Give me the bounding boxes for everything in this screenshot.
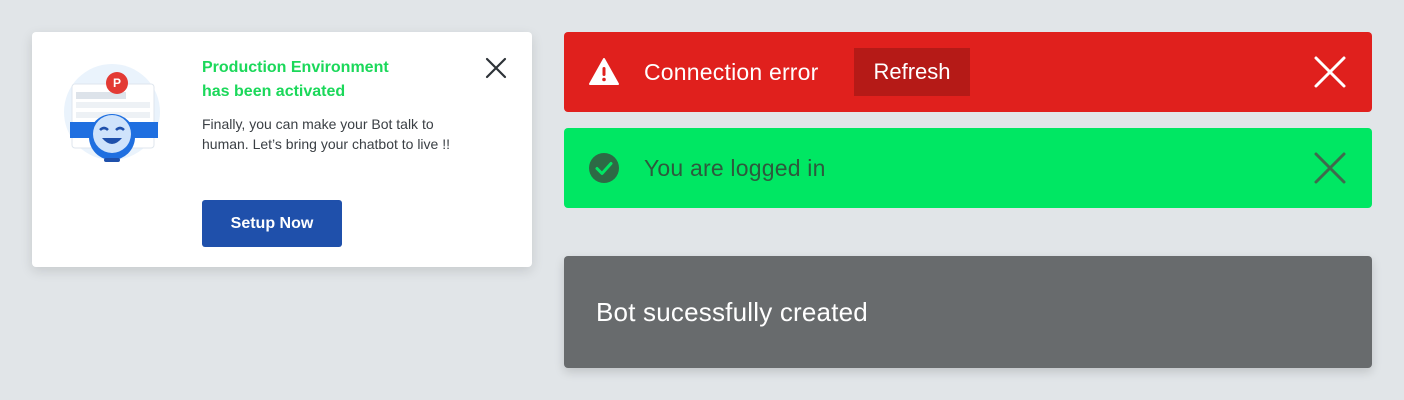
refresh-button[interactable]: Refresh — [854, 48, 970, 96]
notification-title-line2: has been activated — [202, 83, 346, 100]
success-toast: You are logged in — [564, 128, 1372, 208]
close-icon[interactable] — [482, 54, 510, 82]
neutral-toast: Bot sucessfully created — [564, 256, 1372, 368]
error-toast: Connection error Refresh — [564, 32, 1372, 112]
neutral-message: Bot sucessfully created — [596, 296, 868, 327]
notification-title: Production Environment has been activate… — [202, 56, 452, 104]
warning-icon — [588, 56, 620, 88]
notification-body: Finally, you can make your Bot talk to h… — [202, 116, 450, 152]
bot-illustration: P — [62, 62, 182, 182]
environment-notification-card: P Production Environment has been activa… — [32, 32, 532, 267]
check-circle-icon — [588, 152, 620, 184]
close-icon[interactable] — [1312, 150, 1348, 186]
environment-badge: P — [106, 72, 128, 94]
setup-now-button[interactable]: Setup Now — [202, 200, 342, 247]
close-icon[interactable] — [1312, 54, 1348, 90]
notification-title-line1: Production Environment — [202, 59, 389, 76]
success-message: You are logged in — [644, 154, 826, 181]
error-message: Connection error — [644, 58, 819, 85]
